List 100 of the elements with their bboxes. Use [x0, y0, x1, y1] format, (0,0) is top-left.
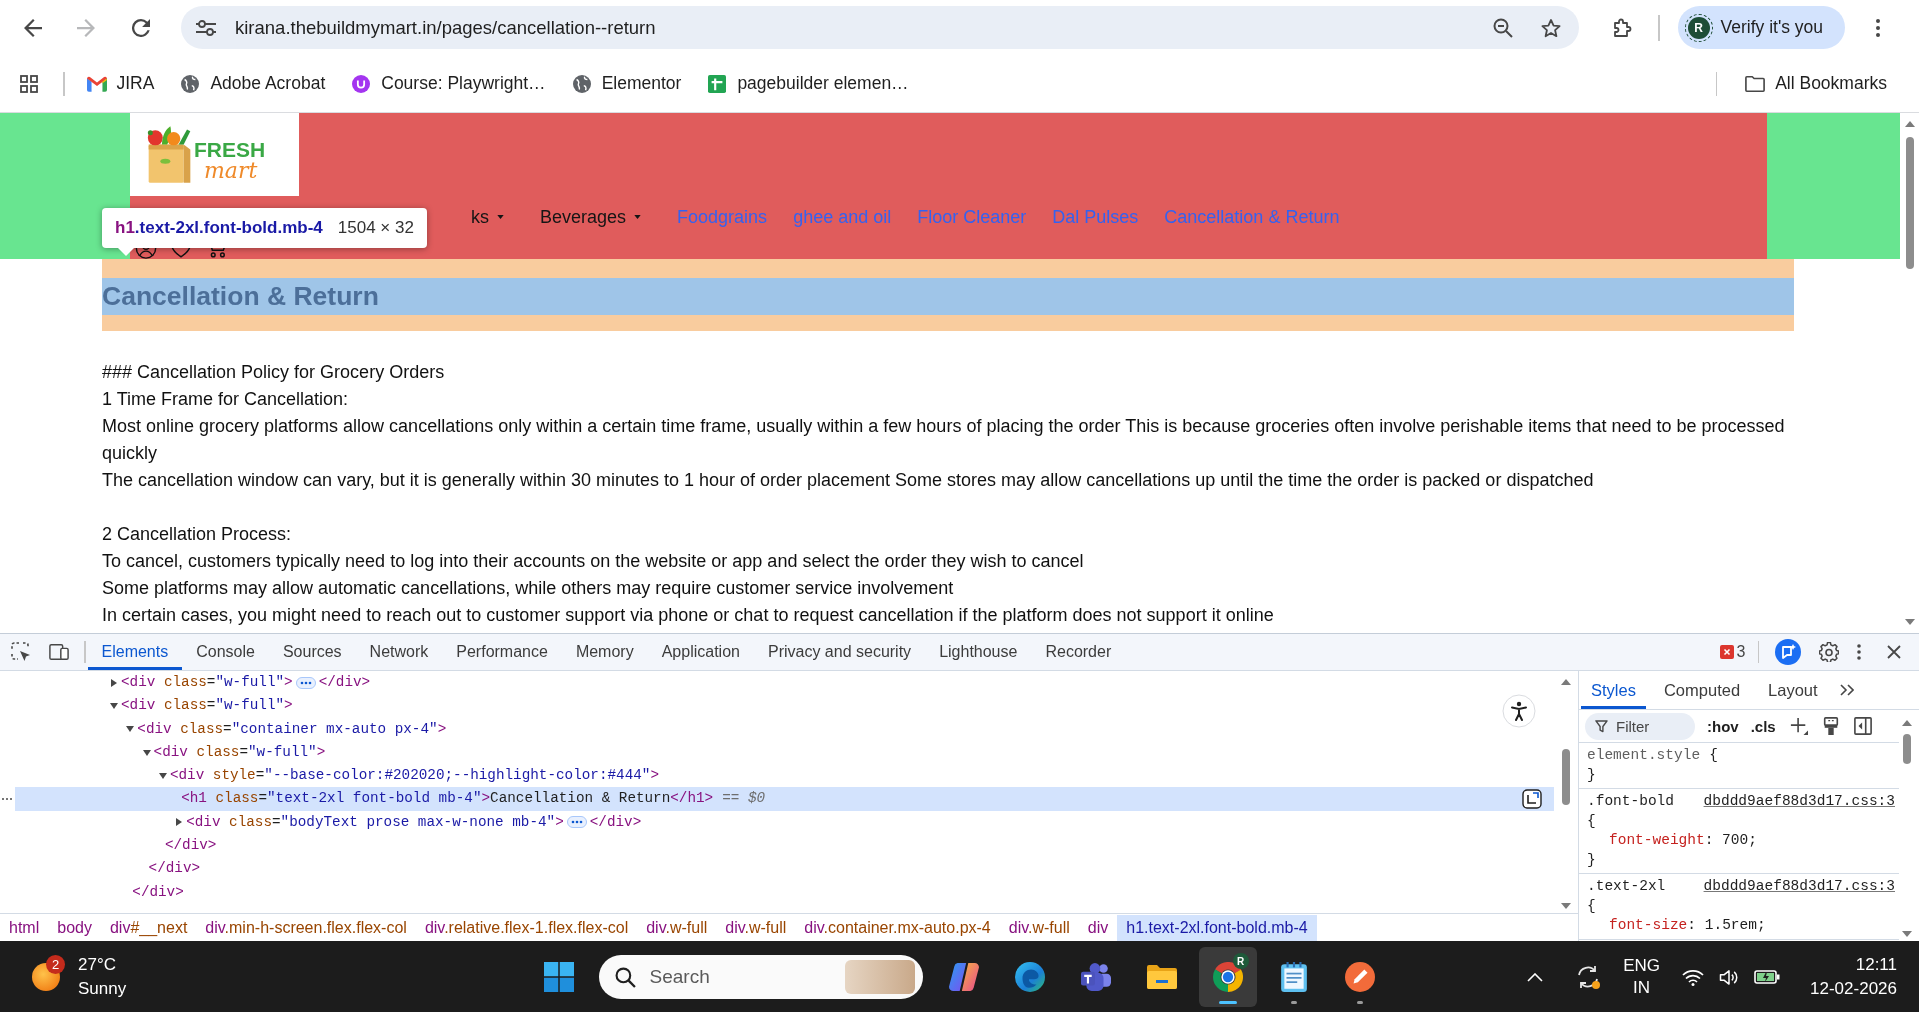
- devtools-tab[interactable]: Performance: [442, 634, 562, 670]
- bookmark-button[interactable]: Elementor: [563, 65, 690, 102]
- ellipsis-icon[interactable]: [566, 816, 587, 829]
- scroll-down-icon[interactable]: [1904, 619, 1915, 625]
- url-field[interactable]: kirana.thebuildmymart.in/pages/cancellation--return: [235, 14, 1473, 41]
- reload-icon[interactable]: [132, 18, 150, 37]
- breadcrumb[interactable]: div#__next: [100, 914, 197, 941]
- devtools-tab[interactable]: Recorder: [1031, 634, 1126, 670]
- devtools-tab[interactable]: Console: [182, 634, 269, 670]
- error-count-button[interactable]: 3: [1719, 643, 1746, 661]
- scroll-up-icon[interactable]: [1904, 121, 1915, 127]
- devtools-tab[interactable]: Memory: [561, 634, 648, 670]
- double-chevron-icon[interactable]: [1839, 684, 1854, 696]
- chevron-up-icon[interactable]: [1527, 972, 1544, 982]
- breadcrumb[interactable]: body: [48, 914, 101, 941]
- breadcrumb[interactable]: h1.text-2xl.font-bold.mb-4: [1117, 914, 1317, 941]
- css-declaration[interactable]: font-size: 1.5rem;: [1609, 916, 1766, 936]
- stylesheet-link[interactable]: dbddd9aef88d3d17.css:3: [1703, 877, 1895, 897]
- disclosure-triangle-icon[interactable]: [110, 701, 118, 710]
- disclosure-triangle-icon[interactable]: [126, 725, 135, 734]
- devtools-tab[interactable]: Sources: [268, 634, 356, 670]
- nav-dropdown[interactable]: Beverages: [540, 206, 642, 228]
- styles-pane-tab[interactable]: Layout: [1758, 671, 1828, 709]
- device-toolbar-icon[interactable]: [49, 642, 69, 662]
- scroll-thumb[interactable]: [1903, 734, 1911, 764]
- scroll-down-icon[interactable]: [1902, 931, 1912, 937]
- paint-brush-icon[interactable]: [1821, 717, 1840, 735]
- nav-dropdown[interactable]: ks: [471, 206, 504, 228]
- dom-node[interactable]: <div class="w-full"> </div>: [15, 671, 1554, 695]
- dom-node[interactable]: <div class="bodyText prose max-w-none mb-4"> </div>: [15, 810, 1554, 835]
- star-icon[interactable]: [1541, 17, 1561, 38]
- scroll-up-icon[interactable]: [1902, 720, 1912, 726]
- scroll-thumb[interactable]: [1562, 749, 1570, 805]
- breadcrumb[interactable]: div: [1078, 914, 1118, 941]
- stylesheet-link[interactable]: dbddd9aef88d3d17.css:3: [1703, 792, 1895, 812]
- dom-node[interactable]: <div class="w-full">: [15, 694, 1554, 718]
- filter-field[interactable]: Filter: [1585, 712, 1695, 740]
- close-icon[interactable]: [1887, 645, 1901, 659]
- chat-sparkle-icon[interactable]: [1775, 639, 1801, 665]
- clock-button[interactable]: 12:11 12-02-2026: [1810, 953, 1897, 1001]
- css-declaration[interactable]: font-weight: 700;: [1609, 831, 1757, 851]
- filter-input[interactable]: Filter: [1616, 717, 1686, 735]
- settings-icon[interactable]: [1819, 642, 1839, 662]
- inspect-icon[interactable]: [11, 642, 31, 662]
- breadcrumb[interactable]: div.w-full: [637, 914, 717, 941]
- closing-tag[interactable]: </div>: [15, 857, 1554, 881]
- dom-node[interactable]: <div style="--base-color:#202020;--highlight-color:#444">: [15, 764, 1554, 788]
- devtools-tab[interactable]: Application: [647, 634, 754, 670]
- breadcrumb[interactable]: div.container.mx-auto.px-4: [795, 914, 1000, 941]
- all-bookmarks-button[interactable]: All Bookmarks: [1737, 65, 1895, 102]
- address-bar[interactable]: kirana.thebuildmymart.in/pages/cancellation--return: [181, 6, 1579, 49]
- bookmark-button[interactable]: Adobe Acrobat: [172, 65, 334, 102]
- plus-icon[interactable]: [1789, 717, 1808, 735]
- devtools-tab[interactable]: Privacy and security: [753, 634, 926, 670]
- dom-node[interactable]: <div class="container mx-auto px-4">: [15, 717, 1554, 741]
- breadcrumb[interactable]: div.w-full: [999, 914, 1079, 941]
- css-selector[interactable]: element.style: [1587, 746, 1701, 766]
- magnifier-icon[interactable]: [1493, 17, 1513, 38]
- back-arrow-icon[interactable]: [24, 18, 42, 37]
- toggle-button[interactable]: .cls: [1750, 717, 1776, 735]
- taskbar-app-button[interactable]: R: [1198, 947, 1257, 1007]
- breadcrumb[interactable]: div.min-h-screen.flex.flex-col: [196, 914, 416, 941]
- search-field[interactable]: Search: [598, 955, 923, 999]
- dots-icon[interactable]: [2, 798, 12, 801]
- quick-settings-button[interactable]: [1682, 968, 1781, 986]
- devtools-tab[interactable]: Elements: [87, 634, 183, 670]
- apps-grid-icon[interactable]: [20, 74, 38, 93]
- sidebar-toggle-icon[interactable]: [1853, 717, 1872, 735]
- weather-widget[interactable]: 2 27°C Sunny: [32, 953, 127, 1001]
- menu-icon[interactable]: [1876, 18, 1881, 37]
- disclosure-triangle-icon[interactable]: [175, 818, 184, 827]
- bookmark-button[interactable]: pagebuilder elemen…: [699, 65, 917, 102]
- search-input[interactable]: Search: [649, 966, 845, 988]
- site-settings-icon[interactable]: [196, 19, 216, 36]
- styles-pane-tab[interactable]: Computed: [1653, 671, 1751, 709]
- language-button[interactable]: ENG IN: [1623, 955, 1661, 999]
- breadcrumb[interactable]: div.w-full: [716, 914, 796, 941]
- disclosure-triangle-icon[interactable]: [142, 748, 151, 757]
- devtools-tab[interactable]: Lighthouse: [925, 634, 1032, 670]
- disclosure-triangle-icon[interactable]: [158, 771, 167, 780]
- scroll-thumb[interactable]: [1905, 137, 1914, 269]
- ellipsis-icon[interactable]: [295, 676, 316, 689]
- accessibility-icon[interactable]: [1502, 694, 1536, 728]
- bookmark-button[interactable]: Course: Playwright…: [343, 65, 554, 102]
- profile-button[interactable]: R Verify it's you: [1677, 6, 1846, 49]
- closing-tag[interactable]: </div>: [15, 880, 1554, 904]
- dom-node[interactable]: <div class="w-full">: [15, 740, 1554, 765]
- puzzle-icon[interactable]: [1612, 17, 1632, 38]
- styles-pane-tab[interactable]: Styles: [1581, 671, 1646, 709]
- scroll-up-icon[interactable]: [1561, 679, 1571, 685]
- toggle-button[interactable]: :hov: [1707, 717, 1739, 735]
- menu-icon[interactable]: [1857, 644, 1861, 660]
- disclosure-triangle-icon[interactable]: [110, 678, 118, 687]
- scroll-down-icon[interactable]: [1561, 903, 1571, 909]
- closing-tag[interactable]: </div>: [15, 834, 1554, 858]
- devtools-tab[interactable]: Network: [355, 634, 443, 670]
- bookmark-button[interactable]: JIRA: [78, 65, 163, 102]
- sync-icon[interactable]: [1575, 964, 1602, 990]
- css-selector[interactable]: .text-2xl: [1587, 877, 1666, 897]
- breadcrumb[interactable]: div.relative.flex-1.flex.flex-col: [415, 914, 638, 941]
